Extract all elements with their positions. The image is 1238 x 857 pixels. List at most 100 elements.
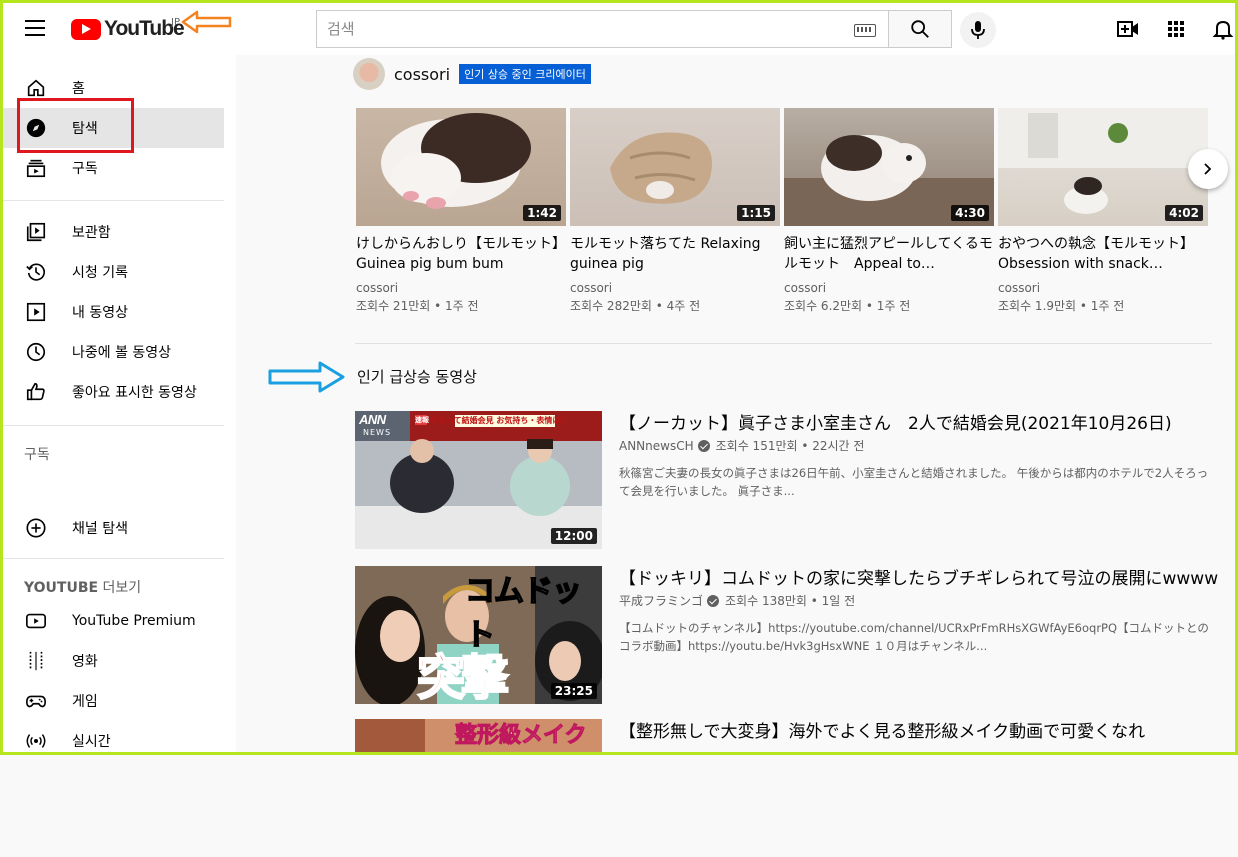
video-title[interactable]: おやつへの執念【モルモット】Obsession with snack… [998,234,1208,274]
orange-annotation-arrow-icon [181,10,232,34]
sidebar-divider [3,558,224,559]
blue-annotation-arrow-icon [268,361,345,393]
creator-header: cossori 인기 상승 중인 크리에이터 [353,58,591,90]
sidebar-item-library[interactable]: 보관함 [3,212,224,252]
sidebar-item-movies[interactable]: 영화 [3,641,224,681]
thumbnail-news-logo-sub: NEWS [363,428,392,437]
video-title[interactable]: 【ドッキリ】コムドットの家に突撃したらブチギレられて号泣の展開にwwww [619,566,1219,592]
video-duration: 1:15 [737,205,775,221]
trending-video-row[interactable]: 整形級メイク 【整形無しで大変身】海外でよく見る整形級メイク動画で可愛くなれ [355,719,1235,857]
video-thumbnail[interactable]: 4:02 [998,108,1208,226]
youtube-icon [26,613,46,629]
search-button[interactable] [888,10,952,48]
home-icon [27,79,45,97]
sidebar-item-label: 구독 [72,161,98,177]
video-meta: 조회수 1.9만회 • 1주 전 [998,299,1125,313]
sidebar-item-youtube-premium[interactable]: YouTube Premium [3,601,224,641]
video-info: 【ドッキリ】コムドットの家に突撃したらブチギレられて号泣の展開にwwww 平成フ… [619,566,1219,655]
thumbnail-caption: そろって結婚会見 お気持ち・表情は？ [430,416,569,425]
video-card[interactable]: 1:42 けしからんおしり【モルモット】Guinea pig bum bum c… [356,108,566,314]
sidebar-item-watch-later[interactable]: 나중에 볼 동영상 [3,332,224,372]
sidebar-item-label: 시청 기록 [72,265,128,281]
gamepad-icon [26,695,46,708]
keyboard-icon[interactable] [854,24,876,37]
video-channel[interactable]: cossori [356,281,566,295]
sidebar-item-subscriptions[interactable]: 구독 [3,148,224,188]
trending-video-row[interactable]: ANN NEWS 速報 そろって結婚会見 お気持ち・表情は？ 12:00 【ノー… [355,411,1235,549]
verified-badge-icon [707,594,720,607]
video-info: 【整形無しで大変身】海外でよく見る整形級メイク動画で可愛くなれ [619,719,1219,745]
clock-icon [26,342,46,362]
video-channel[interactable]: 平成フラミンゴ [619,592,703,609]
video-thumbnail[interactable]: 1:42 [356,108,566,226]
video-title[interactable]: モルモット落ちてた Relaxing guinea pig [570,234,780,274]
trending-video-row[interactable]: コムドット 突撃 23:25 【ドッキリ】コムドットの家に突撃したらブチギレられ… [355,566,1235,704]
video-duration: 4:30 [951,205,989,221]
video-thumbnail[interactable]: コムドット 突撃 23:25 [355,566,602,704]
live-icon [26,734,46,748]
video-card[interactable]: 4:02 おやつへの執念【モルモット】Obsession with snack…… [998,108,1208,314]
video-meta: 조회수 151만회 • 22시간 전 [715,439,865,453]
video-channel[interactable]: cossori [998,281,1208,295]
history-icon [26,263,45,281]
create-video-icon[interactable] [1116,17,1140,41]
video-channel[interactable]: cossori [570,281,780,295]
video-title[interactable]: 【整形無しで大変身】海外でよく見る整形級メイク動画で可愛くなれ [619,719,1219,745]
apps-grid-icon[interactable] [1164,17,1188,41]
video-title[interactable]: 【ノーカット】眞子さま小室圭さん 2人で結婚会見(2021年10月26日) [619,411,1219,437]
video-card[interactable]: 4:30 飼い主に猛烈アピールしてくるモルモット Appeal to… coss… [784,108,994,314]
video-meta: 조회수 138만회 • 1일 전 [725,594,856,608]
video-thumbnail[interactable]: 4:30 [784,108,994,226]
video-description: 【コムドットのチャンネル】https://youtube.com/channel… [619,621,1209,653]
sidebar-item-gaming[interactable]: 게임 [3,681,224,721]
video-channel[interactable]: cossori [784,281,994,295]
menu-icon[interactable] [25,20,45,36]
sidebar-item-label: 홈 [72,81,85,97]
video-duration: 23:25 [550,683,597,699]
sidebar-divider [3,200,224,201]
sidebar: 홈 탐색 구독 보관함 시청 기록 내 동영상 나중에 볼 동영상 좋아요 표시… [3,55,236,752]
top-bar: YouTube JP [3,3,1235,55]
video-title[interactable]: 飼い主に猛烈アピールしてくるモルモット Appeal to… [784,234,994,274]
subscriptions-icon [26,159,46,178]
youtube-logo[interactable]: YouTube JP [71,17,185,41]
sidebar-item-your-videos[interactable]: 내 동영상 [3,292,224,332]
sidebar-item-browse-channels[interactable]: 채널 탐색 [3,508,224,548]
film-icon [29,651,43,671]
sidebar-item-live[interactable]: 실시간 [3,721,224,761]
notifications-bell-icon[interactable] [1211,17,1235,41]
sidebar-item-label: 채널 탐색 [72,521,128,537]
sidebar-item-history[interactable]: 시청 기록 [3,252,224,292]
sidebar-divider [3,425,224,426]
youtube-play-icon [71,18,101,40]
more-heading-rest: 더보기 [98,580,142,596]
video-meta: 조회수 6.2만회 • 1주 전 [784,299,911,313]
country-code: JP [171,17,180,28]
voice-search-button[interactable] [960,12,996,48]
shelf-next-button[interactable] [1188,149,1228,189]
trending-creator-badge: 인기 상승 중인 크리에이터 [459,64,591,84]
video-duration: 12:00 [550,528,597,544]
search-input[interactable] [325,19,829,39]
search-box[interactable] [316,10,889,48]
thumbnail-overlay-big-text: 突撃 [416,649,510,704]
add-circle-icon [26,518,46,538]
sidebar-item-liked-videos[interactable]: 좋아요 표시한 동영상 [3,372,224,412]
trending-section-title: 인기 급상승 동영상 [357,368,477,386]
microphone-icon [971,21,985,39]
video-meta: 조회수 282만회 • 4주 전 [570,299,701,313]
video-byline: ANNnewsCH 조회수 151만회 • 22시간 전 [619,437,1219,454]
chevron-right-icon [1204,163,1212,175]
video-byline: 平成フラミンゴ 조회수 138만회 • 1일 전 [619,592,1219,609]
video-thumbnail[interactable]: 整形級メイク [355,719,602,752]
channel-name[interactable]: cossori [394,65,450,84]
avatar[interactable] [353,58,385,90]
video-description: 秋篠宮ご夫妻の長女の眞子さまは26日午前、小室圭さんと結婚されました。 午後から… [619,466,1209,498]
video-meta: 조회수 21만회 • 1주 전 [356,299,479,313]
video-title[interactable]: けしからんおしり【モルモット】Guinea pig bum bum [356,234,566,274]
video-thumbnail[interactable]: ANN NEWS 速報 そろって結婚会見 お気持ち・表情は？ 12:00 [355,411,602,549]
thumbnail-breaking-tag: 速報 [415,416,429,424]
video-thumbnail[interactable]: 1:15 [570,108,780,226]
video-channel[interactable]: ANNnewsCH [619,439,694,453]
video-card[interactable]: 1:15 モルモット落ちてた Relaxing guinea pig cosso… [570,108,780,314]
